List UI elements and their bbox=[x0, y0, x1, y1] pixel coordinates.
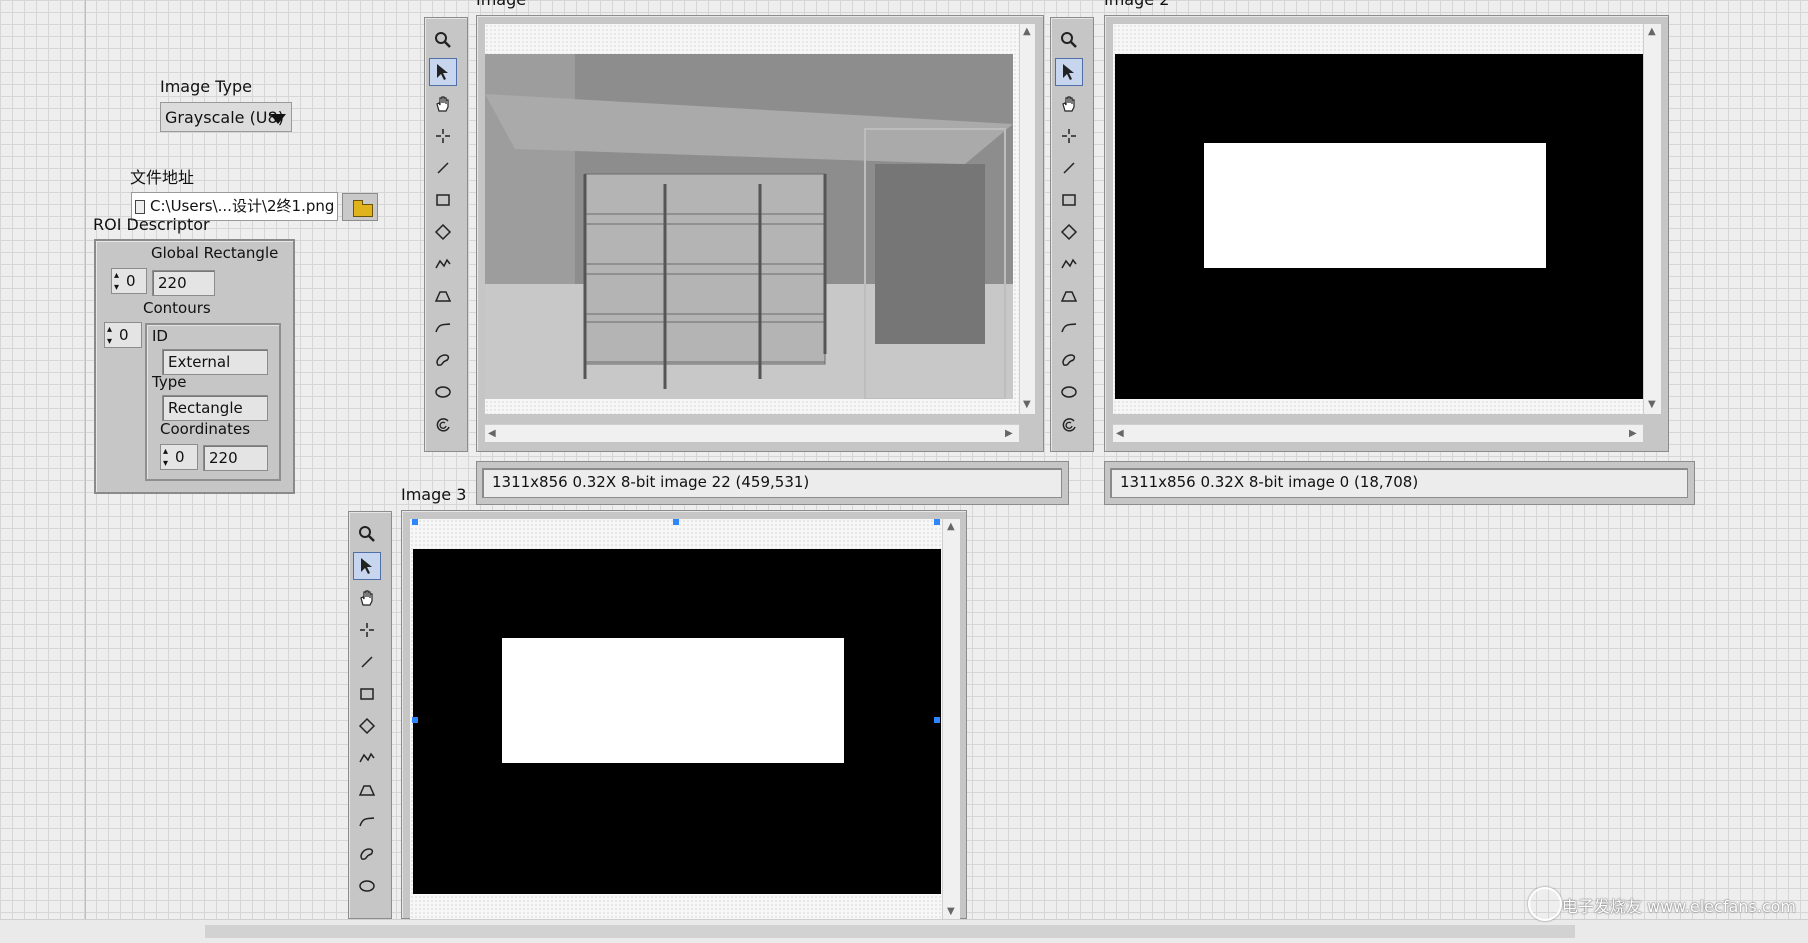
watermark-text: 电子发烧友 www.elecfans.com bbox=[1561, 897, 1796, 916]
global-rectangle-index[interactable]: 0 bbox=[111, 264, 147, 300]
contours-label: Contours bbox=[143, 299, 211, 317]
hand-icon[interactable] bbox=[1055, 90, 1083, 118]
roi-descriptor-label: ROI Descriptor bbox=[93, 215, 210, 234]
freehand-region-icon[interactable] bbox=[429, 346, 457, 374]
resize-handle[interactable] bbox=[934, 519, 940, 525]
image-type-ring[interactable]: Grayscale (U8) bbox=[160, 102, 292, 132]
polyline-icon[interactable] bbox=[1055, 250, 1083, 278]
image-2-display: ▲ ▼ ◀ ▶ bbox=[1104, 15, 1669, 452]
line-icon[interactable] bbox=[1055, 154, 1083, 182]
resize-handle[interactable] bbox=[934, 717, 940, 723]
watermark: 电子发烧友 www.elecfans.com bbox=[1527, 887, 1796, 921]
dropdown-arrow-icon[interactable] bbox=[270, 114, 286, 124]
oval-icon[interactable] bbox=[353, 872, 381, 900]
folder-open-icon bbox=[353, 200, 373, 217]
freehand-line-icon[interactable] bbox=[1055, 314, 1083, 342]
warehouse-photo bbox=[485, 54, 1013, 399]
rotated-rectangle-icon[interactable] bbox=[353, 712, 381, 740]
rectangle-icon[interactable] bbox=[1055, 186, 1083, 214]
image-toolbar bbox=[424, 17, 468, 452]
zoom-icon[interactable] bbox=[1055, 26, 1083, 54]
oval-icon[interactable] bbox=[1055, 378, 1083, 406]
path-icon bbox=[135, 200, 145, 214]
image-2-black-background bbox=[1115, 54, 1643, 399]
image-3-white-rectangle bbox=[502, 638, 844, 763]
scrollbar-thumb[interactable] bbox=[205, 925, 1575, 938]
resize-handle[interactable] bbox=[673, 519, 679, 525]
image-2-canvas[interactable] bbox=[1113, 24, 1643, 414]
image-display-label: Image bbox=[476, 0, 526, 9]
file-path-label: 文件地址 bbox=[130, 168, 195, 187]
vertical-scrollbar[interactable]: ▲ ▼ bbox=[1019, 24, 1035, 414]
polyline-icon[interactable] bbox=[353, 744, 381, 772]
polygon-icon[interactable] bbox=[429, 282, 457, 310]
oval-icon[interactable] bbox=[429, 378, 457, 406]
type-value[interactable]: Rectangle bbox=[162, 395, 268, 421]
pointer-icon[interactable] bbox=[1055, 58, 1083, 86]
id-value[interactable]: External bbox=[162, 349, 268, 375]
crosshair-icon[interactable] bbox=[1055, 122, 1083, 150]
line-icon[interactable] bbox=[429, 154, 457, 182]
crosshair-icon[interactable] bbox=[429, 122, 457, 150]
coordinates-label: Coordinates bbox=[160, 420, 251, 438]
polyline-icon[interactable] bbox=[429, 250, 457, 278]
image-type-value: Grayscale (U8) bbox=[165, 108, 284, 127]
rectangle-icon[interactable] bbox=[429, 186, 457, 214]
zoom-icon[interactable] bbox=[353, 520, 381, 548]
resize-handle[interactable] bbox=[412, 519, 418, 525]
horizontal-scrollbar[interactable]: ◀ ▶ bbox=[1113, 424, 1643, 442]
global-rectangle-value[interactable]: 220 bbox=[152, 270, 215, 296]
browse-button[interactable] bbox=[342, 193, 378, 221]
image-canvas[interactable] bbox=[485, 24, 1019, 414]
panel-divider-line bbox=[85, 0, 86, 935]
pointer-icon[interactable] bbox=[429, 58, 457, 86]
freehand-line-icon[interactable] bbox=[353, 808, 381, 836]
rectangle-icon[interactable] bbox=[353, 680, 381, 708]
image-2-status-text: 1311x856 0.32X 8-bit image 0 (18,708) bbox=[1110, 468, 1688, 498]
pointer-icon[interactable] bbox=[353, 552, 381, 580]
coordinates-index[interactable]: 0 bbox=[160, 440, 198, 476]
resize-handle[interactable] bbox=[412, 717, 418, 723]
freehand-region-icon[interactable] bbox=[1055, 346, 1083, 374]
contours-index[interactable]: 0 bbox=[104, 318, 142, 354]
crosshair-icon[interactable] bbox=[353, 616, 381, 644]
horizontal-scrollbar[interactable]: ◀ ▶ bbox=[485, 424, 1019, 442]
global-rectangle-label: Global Rectangle bbox=[151, 244, 279, 262]
image-type-label: Image Type bbox=[160, 77, 252, 96]
image-display: ▲ ▼ ◀ ▶ bbox=[476, 15, 1044, 452]
rotated-rectangle-icon[interactable] bbox=[429, 218, 457, 246]
annulus-icon[interactable] bbox=[1055, 410, 1083, 438]
contour-cluster: ID External Type Rectangle Coordinates 0… bbox=[145, 323, 281, 481]
panel-horizontal-scrollbar[interactable] bbox=[0, 919, 1808, 943]
id-label: ID bbox=[152, 327, 168, 345]
polygon-icon[interactable] bbox=[1055, 282, 1083, 310]
roi-descriptor-cluster: Global Rectangle 0 220 Contours 0 ID Ext… bbox=[94, 239, 295, 494]
type-label: Type bbox=[152, 373, 187, 391]
rotated-rectangle-icon[interactable] bbox=[1055, 218, 1083, 246]
vertical-scrollbar[interactable]: ▲ ▼ bbox=[1643, 24, 1661, 414]
image-2-display-label: Image 2 bbox=[1104, 0, 1169, 9]
line-icon[interactable] bbox=[353, 648, 381, 676]
image-3-display: ▲ ▼ bbox=[401, 510, 967, 919]
freehand-region-icon[interactable] bbox=[353, 840, 381, 868]
hand-icon[interactable] bbox=[353, 584, 381, 612]
image-status-text: 1311x856 0.32X 8-bit image 22 (459,531) bbox=[482, 468, 1062, 498]
image-2-white-rectangle bbox=[1204, 143, 1546, 268]
image-status-bar: 1311x856 0.32X 8-bit image 22 (459,531) bbox=[476, 461, 1069, 505]
file-path-value: C:\Users\...设计\2终1.png bbox=[150, 197, 335, 215]
vertical-scrollbar[interactable]: ▲ ▼ bbox=[942, 519, 960, 919]
image-3-toolbar bbox=[348, 511, 392, 919]
image-2-toolbar bbox=[1050, 17, 1094, 452]
coordinates-value[interactable]: 220 bbox=[203, 445, 268, 471]
image-3-display-label: Image 3 bbox=[401, 485, 467, 504]
image-2-status-bar: 1311x856 0.32X 8-bit image 0 (18,708) bbox=[1104, 461, 1695, 505]
hand-icon[interactable] bbox=[429, 90, 457, 118]
annulus-icon[interactable] bbox=[429, 410, 457, 438]
image-3-black-background bbox=[413, 549, 941, 894]
polygon-icon[interactable] bbox=[353, 776, 381, 804]
zoom-icon[interactable] bbox=[429, 26, 457, 54]
freehand-line-icon[interactable] bbox=[429, 314, 457, 342]
image-3-canvas[interactable] bbox=[410, 519, 942, 919]
watermark-logo-icon bbox=[1527, 887, 1562, 921]
